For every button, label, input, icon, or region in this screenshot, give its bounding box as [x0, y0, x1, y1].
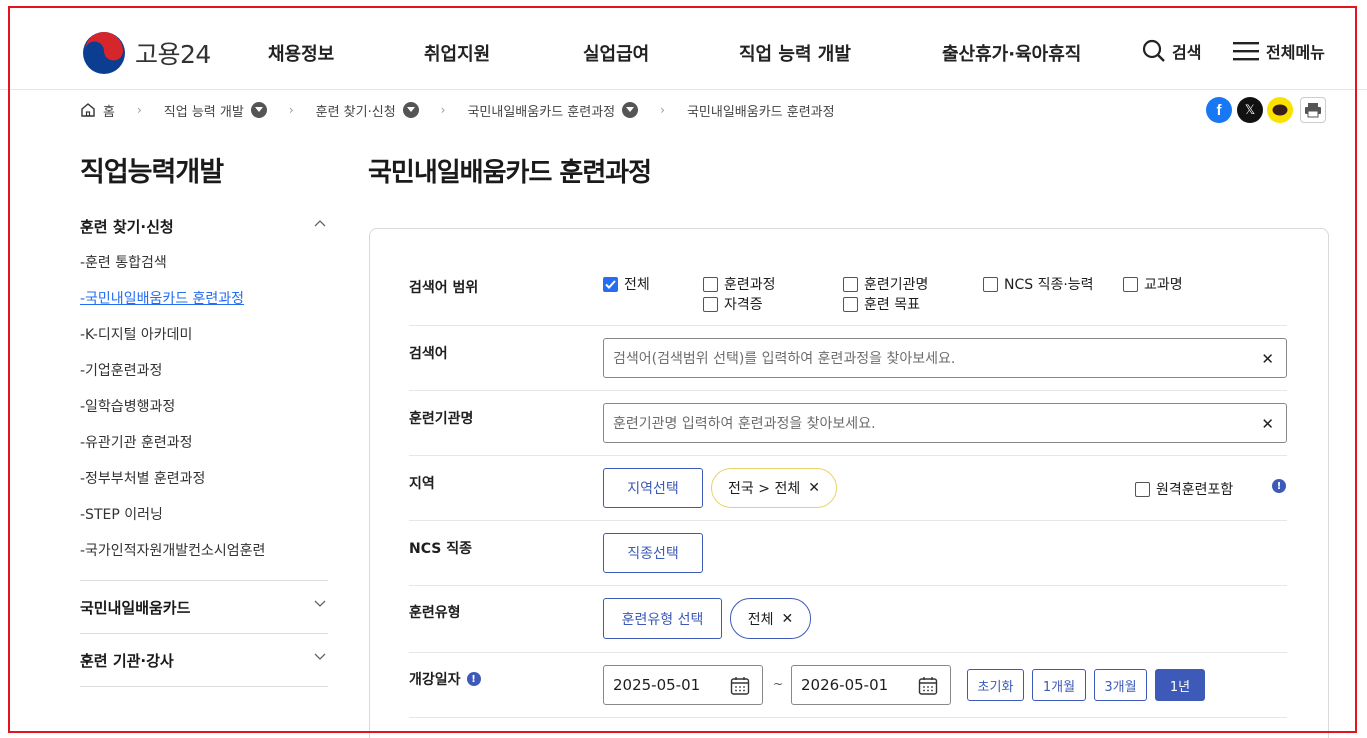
scope-course-checkbox[interactable]: 훈련과정	[703, 274, 776, 294]
ncs-label: NCS 직종	[409, 541, 472, 557]
facebook-share-icon[interactable]: f	[1206, 97, 1232, 123]
breadcrumb-home[interactable]: 홈	[80, 101, 115, 120]
date-1month-button[interactable]: 1개월	[1032, 669, 1086, 701]
date-3month-button[interactable]: 3개월	[1094, 669, 1147, 701]
sidebar-item-ministry[interactable]: -정부부처별 훈련과정	[80, 468, 205, 488]
breadcrumb: 홈 › 직업 능력 개발 › 훈련 찾기·신청 › 국민내일배움카드 훈련과정 …	[80, 100, 835, 120]
x-share-icon[interactable]: 𝕏	[1237, 97, 1263, 123]
search-label: 검색	[1172, 43, 1202, 62]
clear-icon[interactable]: ✕	[1261, 415, 1274, 433]
chevron-right-icon: ›	[288, 103, 294, 117]
divider	[80, 686, 328, 687]
training-type-label: 훈련유형	[409, 605, 461, 621]
divider	[80, 580, 328, 581]
gnb-item-parental-leave[interactable]: 출산휴가·육아휴직	[942, 40, 1081, 66]
logo-text: 고용24	[135, 40, 211, 69]
sidebar-item-work-study[interactable]: -일학습병행과정	[80, 396, 175, 416]
scope-label: 검색어 범위	[409, 280, 479, 296]
region-chip[interactable]: 전국 > 전체 ✕	[711, 468, 837, 508]
keyword-input[interactable]: 검색어(검색범위 선택)를 입력하여 훈련과정을 찾아보세요. ✕	[603, 338, 1287, 378]
start-date-input[interactable]: 2025-05-01	[603, 665, 763, 705]
all-menu-button[interactable]: 전체메뉴	[1232, 39, 1325, 63]
logo[interactable]: 고용24	[82, 31, 211, 75]
dropdown-icon[interactable]	[622, 102, 639, 118]
sidebar-item-integrated-search[interactable]: -훈련 통합검색	[80, 252, 167, 272]
all-menu-label: 전체메뉴	[1266, 43, 1325, 62]
hamburger-icon	[1233, 42, 1259, 61]
divider	[409, 455, 1287, 456]
calendar-icon[interactable]	[918, 676, 938, 696]
training-type-chip[interactable]: 전체 ✕	[730, 598, 811, 639]
divider	[409, 585, 1287, 586]
page-title: 국민내일배움카드 훈련과정	[368, 158, 652, 188]
scope-ncs-checkbox[interactable]: NCS 직종·능력	[983, 274, 1094, 294]
scope-goal-checkbox[interactable]: 훈련 목표	[843, 294, 920, 314]
sidebar-item-naeil-card[interactable]: -국민내일배움카드 훈련과정	[80, 288, 244, 308]
divider	[409, 717, 1287, 718]
sidebar-item-k-digital[interactable]: -K-디지털 아카데미	[80, 324, 192, 344]
calendar-icon[interactable]	[730, 676, 750, 696]
info-icon[interactable]: !	[466, 672, 481, 686]
divider	[80, 633, 328, 634]
breadcrumb-current: 국민내일배움카드 훈련과정	[686, 104, 835, 120]
start-date-label: 개강일자 !	[409, 669, 481, 689]
kakaotalk-share-icon[interactable]	[1267, 97, 1293, 123]
scope-all-checkbox[interactable]: 전체	[603, 274, 650, 294]
print-icon[interactable]	[1300, 97, 1326, 123]
sidebar-item-corporate[interactable]: -기업훈련과정	[80, 360, 162, 380]
gnb-item-employment-support[interactable]: 취업지원	[424, 40, 490, 66]
home-icon	[81, 103, 95, 117]
scope-institution-checkbox[interactable]: 훈련기관명	[843, 274, 928, 294]
ncs-select-button[interactable]: 직종선택	[603, 533, 703, 573]
taegeuk-logo-icon	[83, 32, 125, 74]
divider	[409, 325, 1287, 326]
keyword-label: 검색어	[409, 346, 448, 362]
close-icon[interactable]: ✕	[808, 480, 820, 496]
site-header: 고용24 채용정보 취업지원 실업급여 직업 능력 개발 출산휴가·육아휴직 검…	[0, 0, 1367, 90]
institution-input[interactable]: 훈련기관명 입력하여 훈련과정을 찾아보세요. ✕	[603, 403, 1287, 443]
sidebar-section-training-search[interactable]: 훈련 찾기·신청	[80, 216, 328, 237]
breadcrumb-item-2[interactable]: 훈련 찾기·신청	[316, 101, 419, 120]
chevron-down-icon	[314, 653, 326, 660]
end-date-input[interactable]: 2026-05-01	[791, 665, 951, 705]
chevron-right-icon: ›	[136, 103, 142, 117]
clear-icon[interactable]: ✕	[1261, 350, 1274, 368]
gnb-item-skill-development[interactable]: 직업 능력 개발	[739, 40, 851, 66]
region-label: 지역	[409, 476, 435, 492]
sidebar-section-institution[interactable]: 훈련 기관·강사	[80, 650, 328, 671]
search-button[interactable]: 검색	[1142, 39, 1201, 63]
scope-license-checkbox[interactable]: 자격증	[703, 294, 763, 314]
remote-training-checkbox[interactable]: 원격훈련포함	[1135, 479, 1233, 499]
chevron-up-icon	[314, 220, 326, 227]
dropdown-icon[interactable]	[250, 102, 267, 118]
chevron-right-icon: ›	[440, 103, 446, 117]
training-type-select-button[interactable]: 훈련유형 선택	[603, 598, 722, 639]
gnb-item-jobs[interactable]: 채용정보	[268, 40, 334, 66]
sidebar-item-consortium[interactable]: -국가인적자원개발컨소시엄훈련	[80, 540, 265, 560]
close-icon[interactable]: ✕	[782, 611, 794, 627]
sidebar-title: 직업능력개발	[80, 157, 224, 188]
date-reset-button[interactable]: 초기화	[967, 669, 1024, 701]
checkbox-checked-icon	[603, 276, 618, 292]
sidebar-item-step[interactable]: -STEP 이러닝	[80, 504, 163, 524]
gnb-item-unemployment-benefit[interactable]: 실업급여	[583, 40, 649, 66]
dropdown-icon[interactable]	[402, 102, 419, 118]
sidebar-item-related-org[interactable]: -유관기관 훈련과정	[80, 432, 193, 452]
institution-label: 훈련기관명	[409, 411, 474, 427]
date-1year-button[interactable]: 1년	[1155, 669, 1205, 701]
chevron-down-icon	[314, 600, 326, 607]
breadcrumb-item-1[interactable]: 직업 능력 개발	[164, 101, 267, 120]
scope-subject-checkbox[interactable]: 교과명	[1123, 274, 1183, 294]
region-select-button[interactable]: 지역선택	[603, 468, 703, 508]
breadcrumb-item-3[interactable]: 국민내일배움카드 훈련과정	[467, 101, 639, 120]
search-icon	[1142, 39, 1165, 62]
date-range-separator: ~	[773, 677, 784, 691]
sidebar-section-naeil-card[interactable]: 국민내일배움카드	[80, 597, 328, 618]
divider	[409, 390, 1287, 391]
divider	[409, 520, 1287, 521]
info-icon[interactable]: !	[1272, 479, 1286, 493]
chevron-right-icon: ›	[660, 103, 665, 117]
divider	[409, 652, 1287, 653]
